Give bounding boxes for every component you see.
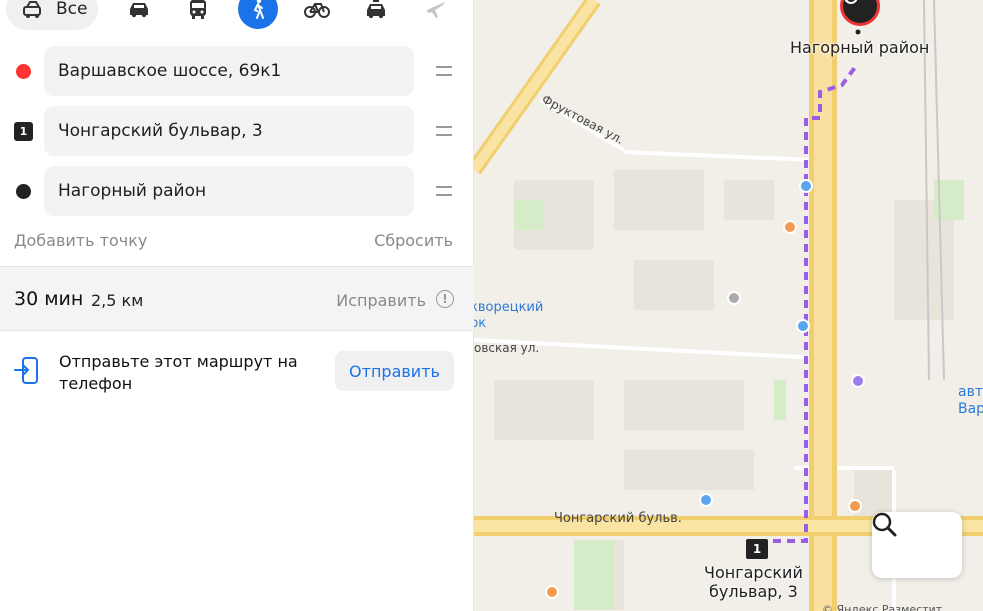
mode-bus-button[interactable] (178, 0, 218, 30)
map-label-chongar-street: Чонгарский бульв. (554, 511, 682, 526)
search-icon (872, 512, 897, 537)
poi-marker-icon[interactable] (727, 291, 741, 305)
poi-marker-icon[interactable] (851, 374, 865, 388)
car-bus-icon (23, 0, 41, 18)
map-label-right-line1: авто (958, 384, 983, 400)
pedestrian-icon (253, 0, 264, 19)
waypoint-start-field[interactable]: Варшавское шоссе, 69к1 (44, 46, 414, 96)
drag-handle-icon[interactable] (436, 126, 452, 136)
start-marker-icon (16, 64, 31, 79)
info-icon[interactable]: ! (436, 290, 454, 308)
bus-icon (190, 0, 206, 19)
poi-marker-icon[interactable] (799, 179, 813, 193)
map-label-chongar-end: Чонгарский бульвар, 3 (704, 563, 803, 601)
mode-plane-button[interactable] (416, 0, 456, 30)
map-label-nagorny: Нагорный район (790, 38, 930, 57)
end-marker-icon (16, 184, 31, 199)
waypoint-number-marker: 1 (14, 122, 33, 141)
plane-icon (427, 2, 445, 18)
drag-handle-icon[interactable] (436, 66, 452, 76)
map-view[interactable]: Нагорный район Фруктовая ул. кворецкий р… (474, 0, 983, 611)
poi-marker-icon[interactable] (848, 499, 862, 513)
waypoint-end-value: Нагорный район (58, 181, 207, 201)
app-root: Все Варшавское шоссе, 69к1 1 Чонгарский … (0, 0, 983, 611)
map-label-park-line1: кворецкий (474, 300, 544, 315)
map-search-button[interactable] (872, 512, 962, 578)
waypoint-mid-value: Чонгарский бульвар, 3 (58, 121, 263, 141)
waypoint-start-value: Варшавское шоссе, 69к1 (58, 61, 282, 81)
mode-bicycle-button[interactable] (297, 0, 337, 30)
poi-marker-icon[interactable] (699, 493, 713, 507)
avenue-fill (474, 0, 599, 173)
taxi-icon (367, 0, 385, 19)
map-label-right-line2: Вар (958, 401, 983, 417)
waypoint-number-map-marker[interactable]: 1 (746, 539, 768, 559)
map-label-park-line2: рк (474, 316, 487, 331)
mode-all-button[interactable]: Все (6, 0, 98, 30)
send-to-phone-icon (14, 357, 38, 384)
bicycle-icon (304, 3, 330, 18)
send-to-phone-text: Отправьте этот маршрут на телефон (59, 352, 298, 393)
map-label-chongar-end-line1: Чонгарский (704, 563, 803, 582)
poi-marker-icon[interactable] (783, 220, 797, 234)
mode-all-label: Все (56, 0, 88, 19)
pin-stripes-icon (844, 0, 858, 4)
car-icon (130, 3, 148, 18)
poi-marker-icon[interactable] (545, 585, 559, 599)
waypoint-end-field[interactable]: Нагорный район (44, 166, 414, 216)
map-label-right: авто Вар (958, 384, 983, 418)
transport-mode-bar: Все (0, 0, 474, 32)
map-label-chongar-end-line2: бульвар, 3 (709, 582, 798, 601)
mode-car-button[interactable] (119, 0, 159, 30)
send-button[interactable]: Отправить (335, 351, 454, 391)
route-time: 30 мин (14, 288, 84, 310)
mode-pedestrian-button[interactable] (238, 0, 278, 29)
poi-marker-icon[interactable] (796, 319, 810, 333)
add-point-link[interactable]: Добавить точку (14, 231, 147, 250)
map-label-street: овская ул. (474, 341, 540, 355)
map-copyright[interactable]: © Яндекс Разместит (822, 603, 942, 611)
map-label-park: кворецкий рк (474, 300, 543, 332)
mode-taxi-button[interactable] (356, 0, 396, 30)
route-panel: Все Варшавское шоссе, 69к1 1 Чонгарский … (0, 0, 474, 611)
waypoint-mid-field[interactable]: Чонгарский бульвар, 3 (44, 106, 414, 156)
fix-route-link[interactable]: Исправить (336, 291, 426, 310)
end-point-dot (855, 29, 861, 35)
drag-handle-icon[interactable] (436, 186, 452, 196)
route-summary[interactable]: 30 мин 2,5 км Исправить ! (0, 266, 474, 331)
reset-link[interactable]: Сбросить (374, 231, 453, 250)
route-distance: 2,5 км (91, 291, 144, 310)
